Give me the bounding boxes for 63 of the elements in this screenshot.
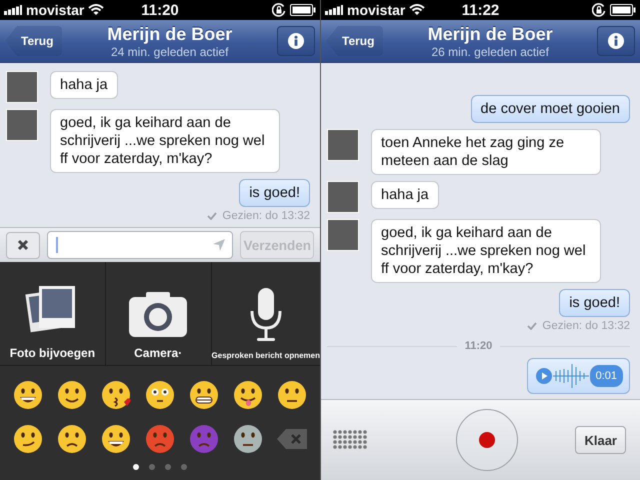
checkmark-icon	[207, 212, 218, 220]
rotation-lock-icon	[592, 3, 606, 17]
angry-face-icon[interactable]	[145, 424, 175, 454]
close-icon	[17, 239, 29, 251]
outgoing-message: de cover moet gooien	[470, 95, 630, 123]
wifi-icon	[409, 4, 426, 16]
back-button[interactable]: Terug	[326, 26, 384, 56]
info-icon	[288, 33, 304, 49]
grinning-face-icon[interactable]	[13, 380, 43, 410]
wifi-icon	[88, 4, 104, 16]
info-icon	[608, 33, 624, 49]
keyboard-grid-icon[interactable]	[332, 429, 368, 451]
avatar-photo-placeholder	[327, 181, 359, 213]
outgoing-message: is goed!	[559, 289, 630, 317]
unamused-face-icon[interactable]	[277, 380, 307, 410]
carrier-name: movistar	[26, 2, 84, 18]
status-time: 11:22	[462, 2, 500, 18]
page-indicator-dot[interactable]	[149, 464, 155, 470]
contact-name: Merijn de Boer	[107, 23, 232, 45]
done-button[interactable]: Klaar	[575, 426, 626, 454]
seen-status: Gezien: do 13:32	[542, 320, 630, 332]
incoming-message: haha ja	[50, 71, 118, 99]
info-button[interactable]	[276, 26, 315, 56]
page-indicator-dot[interactable]	[181, 464, 187, 470]
incoming-message: haha ja	[371, 181, 439, 209]
last-active-text: 24 min. geleden actief	[111, 45, 228, 59]
incoming-message: goed, ik ga keihard aan de schrijverij ...we spreken nog wel ff voor zaterday, m'kay?	[50, 109, 280, 173]
tongue-face-icon[interactable]	[233, 380, 263, 410]
avatar-photo-placeholder	[327, 129, 359, 161]
incoming-message: goed, ik ga keihard aan de schrijverij ...we spreken nog wel ff voor zaterday, m'kay?	[371, 219, 601, 283]
checkmark-icon	[527, 322, 538, 330]
info-button[interactable]	[596, 26, 635, 56]
microphone-icon	[248, 287, 283, 343]
signal-icon	[4, 5, 22, 15]
status-time: 11:20	[141, 2, 179, 18]
smirking-face-icon[interactable]	[13, 424, 43, 454]
camera-icon	[128, 290, 188, 338]
back-button[interactable]: Terug	[5, 26, 62, 56]
message-input-field[interactable]	[47, 231, 234, 259]
voice-duration: 0:01	[590, 365, 623, 387]
contact-name: Merijn de Boer	[428, 23, 553, 45]
seen-status: Gezien: do 13:32	[222, 210, 310, 222]
record-dot-icon	[478, 432, 495, 448]
avatar-photo-placeholder	[6, 109, 38, 141]
grimacing-face-icon[interactable]	[189, 380, 219, 410]
time-divider-label: 11:20	[456, 340, 500, 352]
avatar-photo-placeholder	[6, 71, 38, 103]
outgoing-message: is goed!	[239, 179, 310, 207]
carrier-name: movistar	[347, 2, 406, 18]
page-indicator-dot[interactable]	[165, 464, 171, 470]
play-icon[interactable]	[536, 368, 552, 384]
battery-icon	[610, 4, 636, 16]
flushed-face-icon[interactable]	[145, 380, 175, 410]
page-indicator-dot[interactable]	[133, 464, 139, 470]
signal-icon	[325, 5, 343, 15]
close-button[interactable]	[6, 232, 40, 258]
avatar-photo-placeholder	[327, 219, 359, 251]
waveform-drawing	[552, 361, 590, 391]
kissing-face-icon[interactable]	[101, 380, 131, 410]
incoming-message: toen Anneke het zag ging ze meteen aan de slag	[371, 129, 601, 175]
last-active-text: 26 min. geleden actief	[432, 45, 549, 59]
battery-icon	[290, 4, 316, 16]
rotation-lock-icon	[272, 3, 286, 17]
